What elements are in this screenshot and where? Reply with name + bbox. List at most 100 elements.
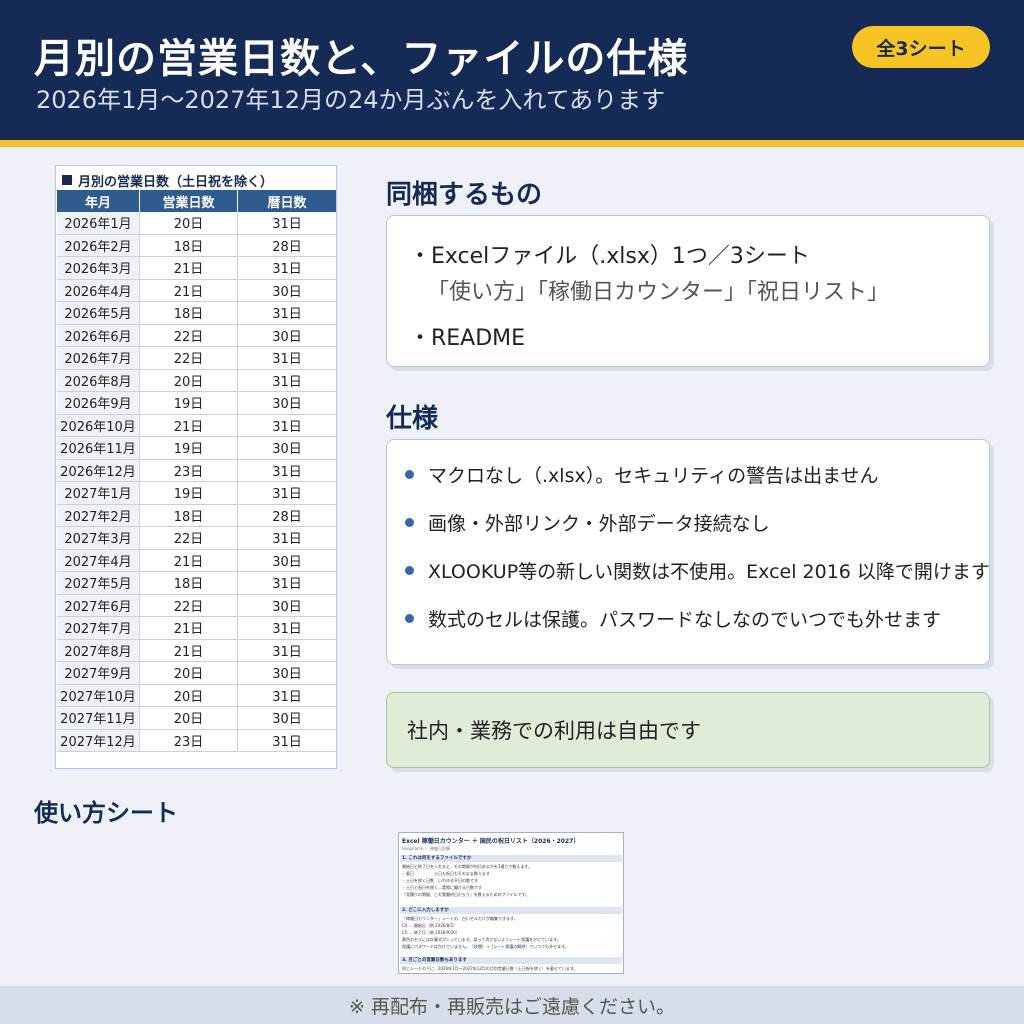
cell-business-days: 23日 [140, 459, 238, 481]
table-row: 2027年6月 22日 30日 [57, 594, 336, 617]
cell-month: 2026年11月 [57, 437, 140, 459]
cell-month: 2027年8月 [57, 639, 140, 661]
cell-month: 2027年4月 [57, 549, 140, 571]
bundle-card: ・Excelファイル（.xlsx）1つ／3シート 「使い方」「稼働日カウンター」… [386, 215, 990, 367]
cell-business-days: 19日 [140, 392, 238, 414]
cell-month: 2026年12月 [57, 459, 140, 481]
table-row: 2026年10月 21日 31日 [57, 414, 336, 437]
cell-month: 2026年8月 [57, 369, 140, 391]
cell-business-days: 21日 [140, 257, 238, 279]
cell-business-days: 22日 [140, 347, 238, 369]
table-row: 2026年8月 20日 31日 [57, 369, 336, 392]
table-row: 2026年12月 23日 31日 [57, 459, 336, 482]
cell-business-days: 21日 [140, 414, 238, 436]
cell-month: 2027年5月 [57, 572, 140, 594]
square-icon [62, 175, 72, 185]
thumbnail-line: C5 … 終了日（例 2026/9/30） [402, 930, 460, 935]
bullet-icon [405, 613, 414, 623]
cell-calendar-days: 31日 [272, 464, 302, 480]
cell-month: 2026年10月 [57, 414, 140, 436]
cell-calendar-days: 30日 [272, 442, 302, 458]
cell-month: 2027年10月 [57, 684, 140, 706]
cell-calendar-days: 30日 [272, 667, 302, 683]
cell-calendar-days: 31日 [272, 622, 302, 638]
cell-business-days: 21日 [140, 279, 238, 301]
cell-month: 2027年12月 [57, 729, 140, 751]
table-row: 2027年2月 18日 28日 [57, 504, 336, 527]
bullet-icon [405, 517, 414, 527]
cell-calendar-days: 31日 [272, 734, 302, 750]
cell-month: 2027年9月 [57, 662, 140, 684]
cell-business-days: 20日 [140, 212, 238, 234]
table-row: 2027年1月 19日 31日 [57, 482, 336, 505]
cell-calendar-days: 31日 [272, 262, 302, 278]
thumbnail-line: ・暦日 土日も祝日もそのまま数えます [402, 871, 490, 876]
spec-item: XLOOKUP等の新しい関数は不使用。Excel 2016 以降で開けます [405, 558, 990, 583]
cell-calendar-days: 30日 [272, 599, 302, 615]
page-subtitle: 2026年1月〜2027年12月の24か月ぶんを入れてあります [36, 86, 666, 114]
cell-business-days: 19日 [140, 482, 238, 504]
bundle-heading: 同梱するもの [386, 180, 543, 210]
cell-month: 2026年2月 [57, 234, 140, 256]
cell-business-days: 18日 [140, 572, 238, 594]
table-row: 2027年11月 20日 30日 [57, 707, 336, 730]
bullet-icon [405, 469, 414, 479]
cell-month: 2026年7月 [57, 347, 140, 369]
table-row: 2026年9月 19日 30日 [57, 392, 336, 415]
thumbnail-line: 開始日と終了日を入れると、その期間が何日あるかを3通りで数えます。 [402, 864, 532, 869]
spec-item-text: XLOOKUP等の新しい関数は不使用。Excel 2016 以降で開けます [428, 560, 990, 583]
table-row: 2027年3月 22日 31日 [57, 527, 336, 550]
cell-month: 2027年2月 [57, 504, 140, 526]
cell-business-days: 22日 [140, 324, 238, 346]
table-row: 2027年7月 21日 31日 [57, 617, 336, 640]
spec-item: 画像・外部リンク・外部データ接続なし [405, 510, 770, 535]
bundle-item-excel: ・Excelファイル（.xlsx）1つ／3シート [409, 244, 810, 269]
cell-business-days: 22日 [140, 594, 238, 616]
cell-business-days: 18日 [140, 234, 238, 256]
thumbnail-line: ・土日を除く日数 いわゆる平日の数です [402, 878, 478, 883]
cell-business-days: 21日 [140, 549, 238, 571]
cell-month: 2027年7月 [57, 617, 140, 639]
cell-business-days: 21日 [140, 617, 238, 639]
cell-calendar-days: 30日 [272, 284, 302, 300]
cell-calendar-days: 31日 [272, 577, 302, 593]
cell-calendar-days: 28日 [272, 239, 302, 255]
table-row: 2027年10月 20日 31日 [57, 684, 336, 707]
thumbnail-subtitle: Shopname ／ 稼働日計算 [402, 846, 450, 851]
thumbnail-line: 黄色のセルには計算式が入っています。誤って消さないようシート保護をかけています。 [402, 937, 561, 942]
table-row: 2027年9月 20日 30日 [57, 662, 336, 685]
table-caption-text: 月別の営業日数（土日祝を除く） [78, 174, 274, 190]
table-row: 2026年1月 20日 31日 [57, 212, 336, 235]
table-row: 2026年11月 19日 30日 [57, 437, 336, 460]
business-days-table: 月別の営業日数（土日祝を除く） 年月 営業日数 暦日数 2026年1月 20日 31… [55, 165, 337, 769]
sheet-count-badge: 全3シート [852, 26, 990, 68]
usage-heading: 使い方シート [34, 799, 178, 827]
table-row: 2026年6月 22日 30日 [57, 324, 336, 347]
bullet-icon [405, 565, 414, 575]
thumbnail-line: 同じシートの下に、2026年1月〜2027年12月の月別営業日数（土日祝を除く）… [402, 966, 578, 971]
cell-month: 2026年6月 [57, 324, 140, 346]
usage-note: 社内・業務での利用は自由です [386, 692, 990, 768]
cell-calendar-days: 28日 [272, 509, 302, 525]
cell-calendar-days: 31日 [272, 644, 302, 660]
cell-month: 2026年4月 [57, 279, 140, 301]
cell-month: 2026年1月 [57, 212, 140, 234]
spec-item-text: マクロなし（.xlsx）。セキュリティの警告は出ません [428, 464, 879, 487]
cell-calendar-days: 30日 [272, 329, 302, 345]
bundle-item-sheets: 「使い方」「稼働日カウンター」「祝日リスト」 [427, 280, 890, 305]
table-row: 2027年8月 21日 31日 [57, 639, 336, 662]
cell-calendar-days: 30日 [272, 397, 302, 413]
thumbnail-title: Excel 稼働日カウンター ＋ 国民の祝日リスト（2026・2027） [402, 838, 580, 845]
cell-business-days: 19日 [140, 437, 238, 459]
cell-calendar-days: 31日 [272, 419, 302, 435]
cell-calendar-days: 31日 [272, 217, 302, 233]
cell-calendar-days: 30日 [272, 712, 302, 728]
header-divider [0, 140, 1024, 147]
cell-calendar-days: 31日 [272, 352, 302, 368]
bundle-item-readme: ・README [409, 326, 526, 351]
cell-month: 2027年6月 [57, 594, 140, 616]
column-header-calendar-days: 暦日数 [267, 195, 307, 211]
cell-business-days: 18日 [140, 504, 238, 526]
thumbnail-section-heading: 2. どこに入力しますか [400, 907, 622, 914]
cell-month: 2026年3月 [57, 257, 140, 279]
